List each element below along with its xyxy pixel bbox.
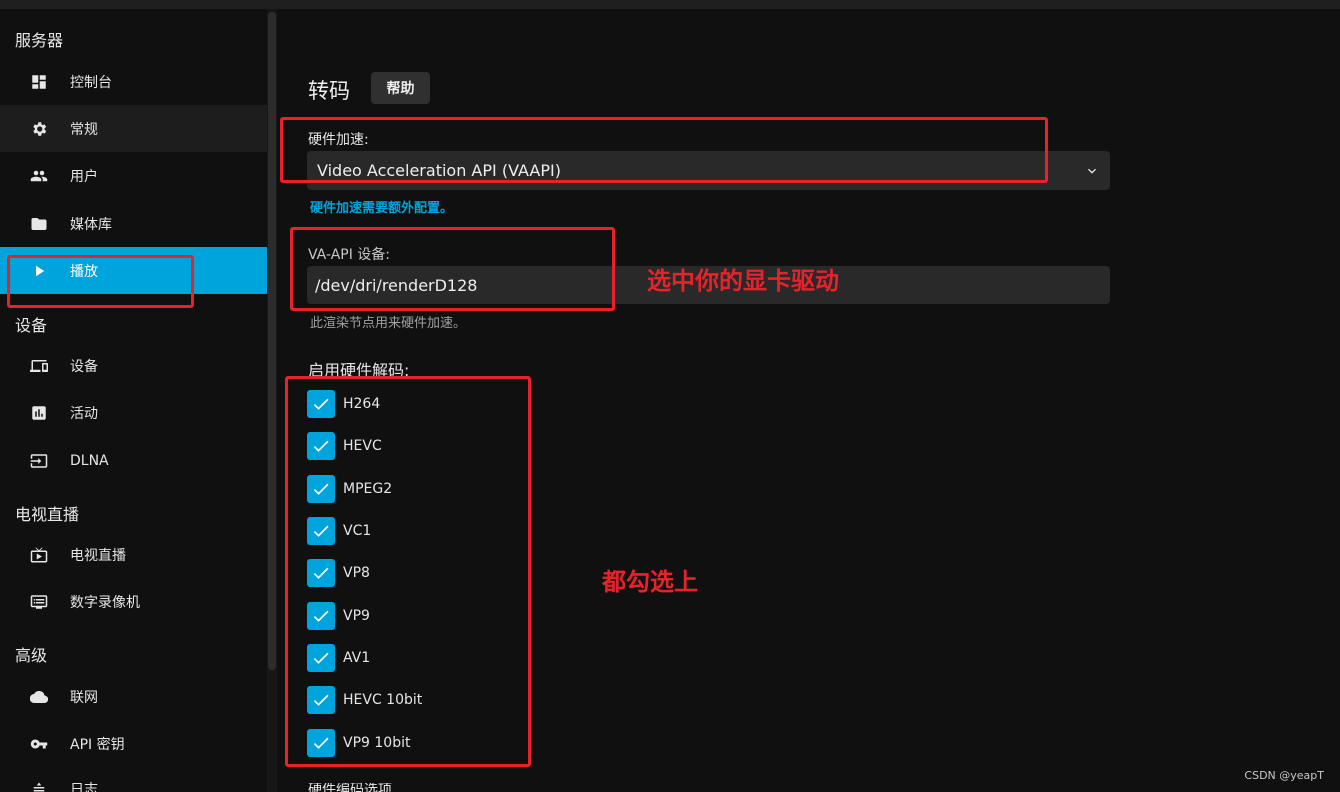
annotation-text-select-driver: 选中你的显卡驱动: [647, 267, 839, 295]
sidebar-item-library[interactable]: 媒体库: [0, 200, 267, 247]
cloud-icon: [28, 686, 50, 708]
sidebar-scrollbar[interactable]: [268, 12, 276, 670]
section-heading-live-tv: 电视直播: [15, 505, 80, 524]
activity-icon: [28, 402, 50, 424]
sidebar-item-label: 设备: [70, 358, 98, 375]
annotation-box-playback: [7, 255, 194, 308]
sidebar-item-networking[interactable]: 联网: [0, 673, 267, 720]
folder-icon: [28, 213, 50, 235]
sidebar-item-activity[interactable]: 活动: [0, 389, 267, 436]
sidebar-item-label: 数字录像机: [70, 594, 140, 611]
devices-icon: [28, 355, 50, 377]
input-icon: [28, 450, 50, 472]
sidebar-item-users[interactable]: 用户: [0, 152, 267, 199]
dvr-icon: [28, 591, 50, 613]
sidebar-item-dashboard[interactable]: 控制台: [0, 58, 267, 105]
page-title: 转码: [308, 79, 350, 103]
sidebar-item-label: 电视直播: [70, 547, 126, 564]
sidebar-item-label: 活动: [70, 405, 98, 422]
users-icon: [28, 165, 50, 187]
section-heading-devices: 设备: [15, 316, 48, 335]
sidebar-item-devices[interactable]: 设备: [0, 342, 267, 389]
section-heading-advanced: 高级: [15, 646, 48, 665]
sidebar-item-api-keys[interactable]: API 密钥: [0, 720, 267, 767]
watermark: CSDN @yeapT: [1244, 769, 1324, 782]
sidebar-item-live-tv[interactable]: 电视直播: [0, 531, 267, 578]
hw-accel-help-link[interactable]: 硬件加速需要额外配置。: [310, 197, 453, 216]
log-icon: [28, 779, 50, 792]
chevron-down-icon: [1084, 163, 1100, 183]
annotation-box-vaapi-device: [290, 227, 615, 311]
annotation-box-hw-accel: [280, 117, 1048, 183]
sidebar-item-label: 用户: [70, 168, 98, 185]
help-button[interactable]: 帮助: [371, 72, 430, 104]
dashboard-icon: [28, 71, 50, 93]
gear-icon: [28, 118, 50, 140]
vaapi-device-help: 此渲染节点用来硬件加速。: [310, 316, 467, 331]
sidebar-item-logs[interactable]: 日志: [0, 767, 267, 792]
sidebar-item-label: 日志: [70, 782, 98, 792]
sidebar-item-label: 常规: [70, 121, 98, 138]
sidebar-item-label: 媒体库: [70, 216, 112, 233]
key-icon: [28, 733, 50, 755]
top-bar: [0, 0, 1340, 9]
sidebar-item-dlna[interactable]: DLNA: [0, 437, 267, 484]
sidebar-item-general[interactable]: 常规: [0, 105, 267, 152]
section-heading-server: 服务器: [15, 31, 64, 50]
sidebar-item-label: 联网: [70, 689, 98, 706]
annotation-text-check-all: 都勾选上: [602, 568, 698, 596]
hw-encode-options-heading: 硬件编码选项: [308, 783, 392, 792]
annotation-box-codecs: [285, 376, 531, 767]
sidebar-item-label: 控制台: [70, 74, 112, 91]
live-tv-icon: [28, 544, 50, 566]
sidebar-item-label: API 密钥: [70, 736, 125, 753]
sidebar-item-dvr[interactable]: 数字录像机: [0, 578, 267, 625]
sidebar-item-label: DLNA: [70, 452, 109, 469]
